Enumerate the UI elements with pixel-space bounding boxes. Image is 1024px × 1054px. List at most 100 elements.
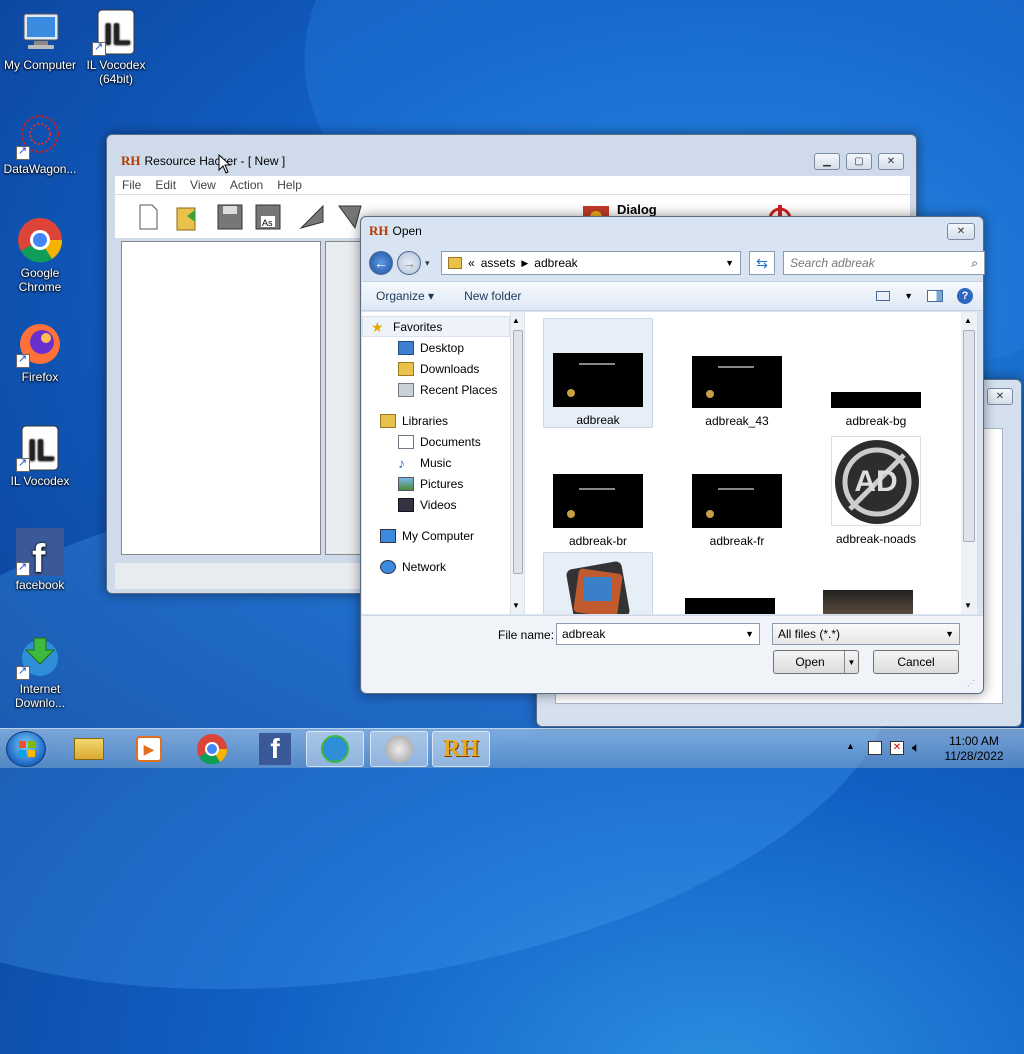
file-item[interactable]: adbreak-bg bbox=[821, 318, 931, 428]
taskbar-facebook[interactable]: f bbox=[246, 731, 304, 767]
scroll-up-icon[interactable]: ▲ bbox=[512, 316, 520, 325]
help-icon[interactable]: ? bbox=[957, 288, 973, 304]
nav-documents[interactable]: Documents bbox=[362, 431, 510, 452]
nav-music[interactable]: ♪ Music bbox=[362, 452, 510, 473]
view-chevron-icon[interactable]: ▼ bbox=[904, 291, 913, 301]
desktop-icon-facebook[interactable]: f facebook bbox=[0, 528, 80, 592]
breadcrumb-assets[interactable]: assets bbox=[481, 256, 516, 270]
recent-locations-chevron-icon[interactable]: ▾ bbox=[425, 258, 430, 269]
save-icon[interactable] bbox=[215, 202, 245, 232]
nav-my-computer[interactable]: My Computer bbox=[362, 525, 510, 546]
scroll-up-icon[interactable]: ▲ bbox=[964, 316, 972, 325]
shortcut-arrow-icon bbox=[92, 40, 106, 56]
open-button[interactable]: Open ▼ bbox=[773, 650, 859, 674]
taskbar-media-player[interactable]: ▶ bbox=[120, 731, 178, 767]
taskbar-sound[interactable] bbox=[370, 731, 428, 767]
desktop-icon-google-chrome[interactable]: Google Chrome bbox=[0, 216, 80, 294]
file-item[interactable]: adbreak-fr bbox=[682, 436, 792, 548]
preview-pane-icon[interactable] bbox=[927, 290, 943, 302]
start-button[interactable] bbox=[6, 731, 46, 767]
file-type-select[interactable]: All files (*.*) ▼ bbox=[772, 623, 960, 645]
file-item[interactable]: adbreak_43 bbox=[682, 318, 792, 428]
file-type-chevron-icon[interactable]: ▼ bbox=[945, 629, 954, 639]
taskbar-explorer[interactable] bbox=[60, 731, 118, 767]
scrollbar-thumb[interactable] bbox=[513, 330, 523, 574]
organize-button[interactable]: Organize ▾ bbox=[362, 289, 448, 303]
open-dialog-titlebar[interactable]: RH Open ✕ bbox=[361, 217, 983, 245]
menu-view[interactable]: View bbox=[183, 176, 223, 194]
shortcut-arrow-icon bbox=[16, 144, 30, 160]
nav-pictures[interactable]: Pictures bbox=[362, 473, 510, 494]
file-item[interactable]: AD adbreak-noads bbox=[821, 436, 931, 546]
resource-tree-panel[interactable] bbox=[121, 241, 321, 555]
volume-icon[interactable]: 🔈︎ bbox=[912, 739, 920, 756]
new-folder-button[interactable]: New folder bbox=[448, 289, 535, 303]
dialog-label: Dialog bbox=[617, 202, 657, 217]
file-item[interactable]: adbreak-br bbox=[543, 436, 653, 548]
minimize-button[interactable]: ▁ bbox=[814, 152, 840, 170]
desktop-icon-internet-download[interactable]: Internet Downlo... bbox=[0, 632, 80, 710]
taskbar-chrome[interactable] bbox=[183, 731, 241, 767]
folder-icon bbox=[74, 738, 104, 760]
file-name-input[interactable]: adbreak ▼ bbox=[556, 623, 760, 645]
file-name-dropdown-chevron-icon[interactable]: ▼ bbox=[745, 629, 754, 639]
maximize-button[interactable]: ▢ bbox=[846, 152, 872, 170]
scroll-down-icon[interactable]: ▼ bbox=[512, 601, 520, 610]
taskbar-resource-hacker[interactable]: RH bbox=[432, 731, 490, 767]
menu-action[interactable]: Action bbox=[223, 176, 270, 194]
address-dropdown-chevron-icon[interactable]: ▼ bbox=[725, 258, 734, 268]
close-button[interactable]: ✕ bbox=[947, 222, 975, 240]
nav-network[interactable]: Network bbox=[362, 556, 510, 577]
desktop-icon-my-computer[interactable]: My Computer bbox=[0, 8, 80, 72]
file-thumbnail bbox=[692, 474, 782, 528]
editor-panel[interactable] bbox=[325, 241, 361, 555]
open-split-chevron-icon[interactable]: ▼ bbox=[844, 651, 858, 673]
nav-recent-places[interactable]: Recent Places bbox=[362, 379, 510, 400]
back-button[interactable]: ← bbox=[369, 251, 393, 275]
file-list-scrollbar[interactable]: ▲ ▼ bbox=[961, 312, 977, 614]
datawagon-icon bbox=[16, 112, 64, 160]
new-file-icon[interactable] bbox=[133, 202, 163, 232]
network-icon[interactable] bbox=[868, 741, 882, 755]
nav-desktop[interactable]: Desktop bbox=[362, 337, 510, 358]
refresh-button[interactable]: ⇆ bbox=[749, 251, 775, 275]
menu-help[interactable]: Help bbox=[270, 176, 309, 194]
menu-file[interactable]: File bbox=[115, 176, 148, 194]
nav-downloads[interactable]: Downloads bbox=[362, 358, 510, 379]
file-name-label: File name: bbox=[498, 628, 555, 642]
forward-button[interactable]: → bbox=[397, 251, 421, 275]
desktop-icon-il-vocodex[interactable]: IL IL Vocodex bbox=[0, 424, 80, 488]
file-item[interactable]: adbreak bbox=[543, 318, 653, 428]
action-center-flag-icon[interactable]: ✕ bbox=[890, 741, 904, 755]
nav-favorites[interactable]: ★ Favorites bbox=[362, 316, 510, 337]
view-options-icon[interactable] bbox=[876, 291, 891, 301]
desktop-icon-il-vocodex-64[interactable]: IL IL Vocodex (64bit) bbox=[76, 8, 156, 86]
system-tray: ▲ ✕ 🔈︎ 11:00 AM 11/28/2022 bbox=[840, 729, 1024, 769]
navigation-scrollbar[interactable]: ▲ ▼ bbox=[510, 312, 524, 614]
breadcrumb-root[interactable]: « bbox=[468, 256, 475, 270]
save-as-icon[interactable]: As bbox=[253, 202, 283, 232]
scrollbar-thumb[interactable] bbox=[963, 330, 975, 542]
taskbar-internet-download-manager[interactable] bbox=[306, 731, 364, 767]
desktop-icon-datawagon[interactable]: DataWagon... bbox=[0, 112, 80, 176]
svg-text:IL: IL bbox=[104, 18, 131, 51]
scroll-down-icon[interactable]: ▼ bbox=[964, 601, 972, 610]
clock[interactable]: 11:00 AM 11/28/2022 bbox=[936, 734, 1012, 764]
desktop-icon-firefox[interactable]: Firefox bbox=[0, 320, 80, 384]
show-hidden-icons-chevron-icon[interactable]: ▲ bbox=[846, 741, 855, 751]
nav-libraries[interactable]: Libraries bbox=[362, 410, 510, 431]
back-arrow-icon[interactable] bbox=[297, 202, 327, 232]
resource-hacker-titlebar[interactable]: RH Resource Hacker - [ New ] ▁ ▢ ✕ bbox=[115, 149, 910, 173]
menu-edit[interactable]: Edit bbox=[148, 176, 183, 194]
resize-grip-icon[interactable]: ⋰ bbox=[967, 679, 977, 689]
open-folder-icon[interactable] bbox=[173, 202, 203, 232]
search-input[interactable]: Search adbreak ⌕ bbox=[783, 251, 985, 275]
cancel-button[interactable]: Cancel bbox=[873, 650, 959, 674]
close-button[interactable]: ✕ bbox=[878, 152, 904, 170]
address-bar[interactable]: « assets ▶ adbreak ▼ bbox=[441, 251, 741, 275]
nav-videos[interactable]: Videos bbox=[362, 494, 510, 515]
breadcrumb-adbreak[interactable]: adbreak bbox=[534, 256, 577, 270]
file-item[interactable] bbox=[543, 552, 653, 614]
close-button[interactable]: ✕ bbox=[987, 388, 1013, 405]
window-title: Resource Hacker - [ New ] bbox=[144, 154, 286, 168]
